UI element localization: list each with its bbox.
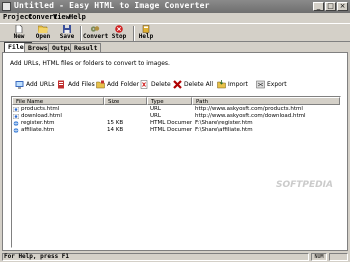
export-icon — [256, 80, 265, 88]
window-title: Untitled - Easy HTML to Image Converter — [14, 1, 210, 10]
file-list[interactable]: File Name Size Type Path products.html U… — [11, 96, 341, 248]
toolbar-open-button[interactable]: Open — [31, 25, 55, 42]
stop-icon — [115, 25, 123, 33]
instruction-text: Add URLs, HTML files or folders to conve… — [10, 60, 170, 67]
file-name-cell: affiliate.htm — [21, 127, 55, 133]
menu-help[interactable]: Help — [69, 13, 86, 21]
type-cell: HTML Document — [150, 120, 192, 126]
delete-all-button[interactable]: Delete All — [173, 77, 213, 91]
add-files-label: Add Files — [68, 80, 95, 88]
add-files-icon — [58, 80, 64, 88]
delete-button[interactable]: Delete — [140, 77, 171, 91]
add-folder-button[interactable]: Add Folder — [96, 77, 139, 91]
path-cell: F:\Share\affiliate.htm — [195, 127, 253, 133]
path-cell: http://www.askyosft.com/download.html — [195, 113, 306, 119]
save-disk-icon — [63, 25, 71, 33]
table-row[interactable]: download.html URL http://www.askyosft.co… — [12, 113, 340, 120]
toolbar-stop-label: Stop — [111, 33, 127, 40]
type-cell: URL — [150, 106, 161, 112]
status-pane — [329, 253, 348, 261]
size-cell: 15 KB — [107, 120, 124, 126]
toolbar-separator — [80, 26, 82, 41]
import-label: Import — [228, 80, 248, 88]
toolbar-save-label: Save — [59, 33, 75, 40]
import-icon — [217, 79, 226, 88]
type-cell: URL — [150, 113, 161, 119]
convert-gears-icon — [90, 26, 100, 32]
app-icon[interactable] — [2, 2, 11, 11]
toolbar-help-button[interactable]: Help — [134, 25, 158, 42]
file-name-cell: download.html — [21, 113, 62, 119]
add-urls-icon — [15, 80, 24, 88]
path-cell: http://www.askyosft.com/products.html — [195, 106, 303, 112]
delete-all-icon — [173, 79, 182, 89]
menu-view[interactable]: View — [53, 13, 70, 21]
help-book-icon — [142, 25, 150, 33]
softpedia-watermark: SOFTPEDIA — [276, 180, 333, 190]
table-row[interactable]: products.html URL http://www.askyosft.co… — [12, 106, 340, 113]
status-text: For Help, press F1 — [2, 253, 309, 261]
add-folder-label: Add Folder — [107, 80, 140, 88]
toolbar-stop-button[interactable]: Stop — [107, 25, 131, 42]
title-bar[interactable]: Untitled - Easy HTML to Image Converter … — [0, 0, 350, 13]
import-button[interactable]: Import — [217, 77, 248, 91]
delete-label: Delete — [151, 80, 171, 88]
type-cell: HTML Document — [150, 127, 192, 133]
status-bar: For Help, press F1 NUM — [0, 252, 350, 262]
file-name-cell: register.htm — [21, 120, 55, 126]
url-icon — [13, 107, 19, 112]
html-doc-icon — [13, 128, 19, 133]
column-header-size[interactable]: Size — [104, 97, 147, 105]
add-files-button[interactable]: Add Files — [57, 77, 95, 91]
delete-all-label: Delete All — [184, 80, 214, 88]
close-button[interactable]: × — [337, 2, 348, 11]
add-urls-button[interactable]: Add URLs — [15, 77, 55, 91]
size-cell: 14 KB — [107, 127, 124, 133]
table-row[interactable]: register.htm 15 KB HTML Document F:\Shar… — [12, 120, 340, 127]
path-cell: F:\Share\register.htm — [195, 120, 253, 126]
open-folder-icon — [38, 25, 48, 33]
file-name-cell: products.html — [21, 106, 60, 112]
export-button[interactable]: Export — [256, 77, 287, 91]
add-urls-label: Add URLs — [26, 80, 55, 88]
num-lock-indicator: NUM — [311, 253, 327, 261]
column-header-type[interactable]: Type — [147, 97, 192, 105]
maximize-button[interactable]: □ — [325, 2, 336, 11]
toolbar-new-button[interactable]: New — [7, 25, 31, 42]
add-folder-icon — [96, 80, 105, 88]
toolbar-help-label: Help — [138, 33, 154, 40]
column-header-path[interactable]: Path — [192, 97, 340, 105]
list-header: File Name Size Type Path — [12, 97, 340, 105]
toolbar-new-label: New — [13, 33, 25, 40]
minimize-button[interactable]: _ — [313, 2, 324, 11]
toolbar-convert-label: Convert — [83, 33, 109, 40]
app-window: Untitled - Easy HTML to Image Converter … — [0, 0, 350, 262]
toolbar-convert-button[interactable]: Convert — [83, 25, 109, 42]
column-header-file-name[interactable]: File Name — [12, 97, 104, 105]
file-actions: Add URLs Add Files Add Folder Delete Del… — [3, 77, 347, 91]
url-icon — [13, 114, 19, 119]
delete-icon — [140, 79, 148, 89]
window-controls: _ □ × — [313, 2, 348, 11]
toolbar: New Open Save Convert Stop Help — [0, 23, 350, 42]
toolbar-save-button[interactable]: Save — [55, 25, 79, 42]
table-row[interactable]: affiliate.htm 14 KB HTML Document F:\Sha… — [12, 127, 340, 134]
toolbar-open-label: Open — [35, 33, 51, 40]
tab-result[interactable]: Result — [70, 43, 102, 52]
menu-bar: Project Convert View Help — [0, 13, 350, 22]
export-label: Export — [267, 80, 287, 88]
new-file-icon — [15, 25, 23, 33]
files-panel: Add URLs, HTML files or folders to conve… — [2, 52, 348, 251]
html-doc-icon — [13, 121, 19, 126]
